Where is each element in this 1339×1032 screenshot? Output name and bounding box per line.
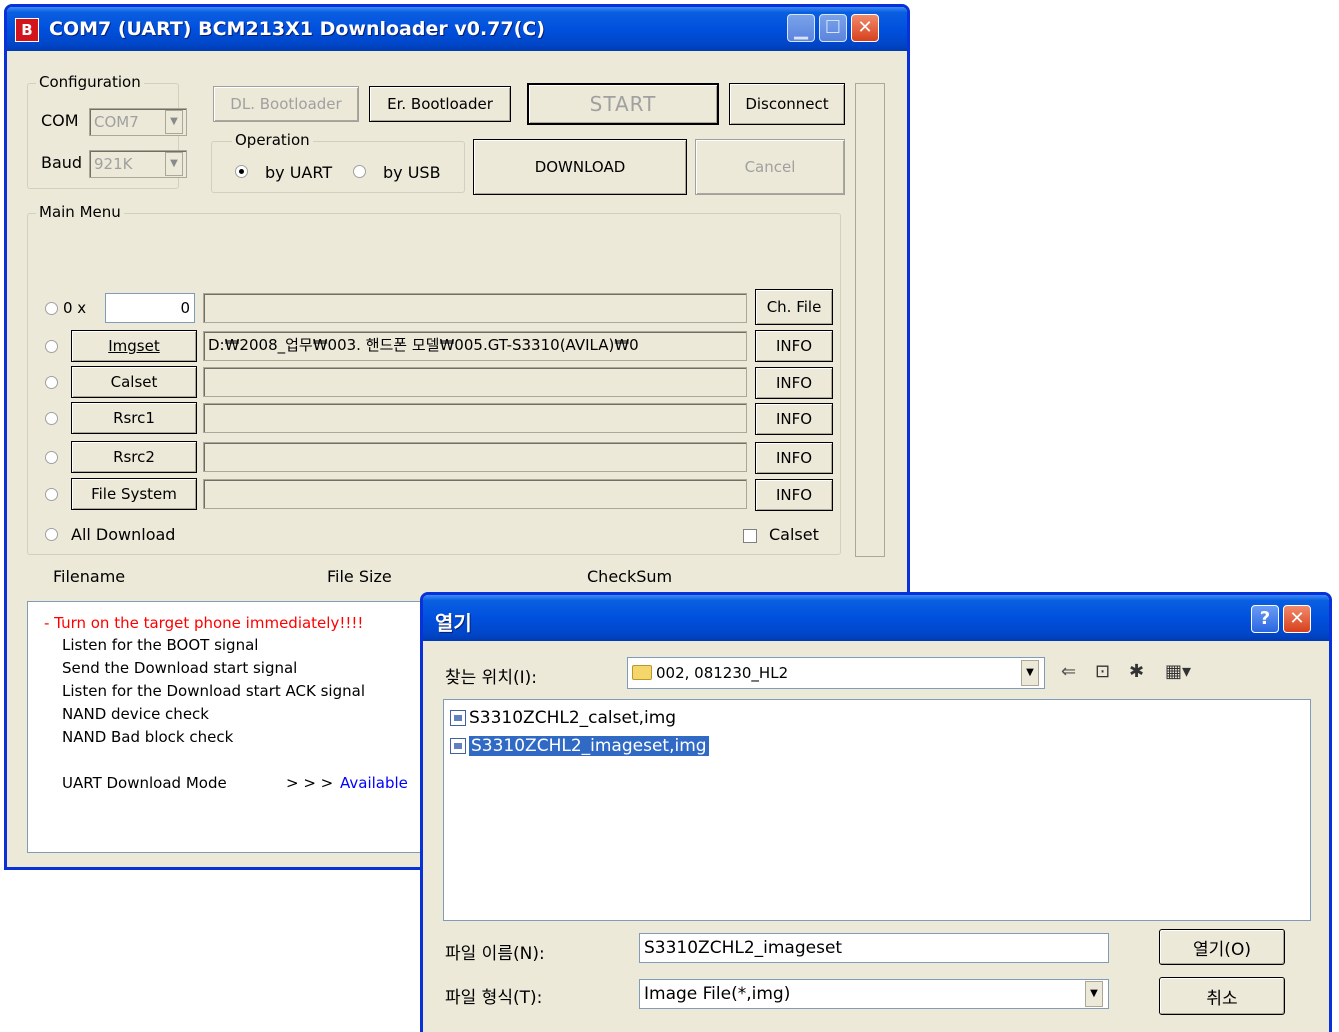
file-size-column-header: File Size [327, 567, 392, 586]
lookin-dropdown-icon[interactable]: ▼ [1021, 660, 1039, 686]
close-button[interactable]: ✕ [851, 14, 879, 42]
close-icon: ✕ [1289, 608, 1305, 629]
log-line: Listen for the Download start ACK signal [62, 682, 365, 700]
dl-bootloader-button[interactable]: DL. Bootloader [213, 86, 359, 122]
imgset-info-button[interactable]: INFO [755, 330, 833, 362]
downloader-titlebar[interactable]: B COM7 (UART) BCM213X1 Downloader v0.77(… [7, 7, 907, 51]
calset-info-button[interactable]: INFO [755, 367, 833, 399]
by-usb-label[interactable]: by USB [383, 163, 441, 182]
log-mode-arrows: > > > [286, 774, 334, 792]
er-bootloader-button[interactable]: Er. Bootloader [369, 86, 511, 122]
main-menu-legend: Main Menu [36, 203, 124, 221]
calset-button[interactable]: Calset [71, 366, 197, 398]
ch-file-button[interactable]: Ch. File [755, 289, 833, 325]
filetype-dropdown-icon[interactable]: ▼ [1085, 981, 1103, 1007]
address-radio[interactable] [45, 302, 58, 315]
log-line: NAND device check [62, 705, 209, 723]
dialog-close-button[interactable]: ✕ [1283, 605, 1311, 633]
open-dialog-title: 열기 [435, 611, 472, 635]
file-system-radio[interactable] [45, 488, 58, 501]
all-download-radio[interactable] [45, 528, 58, 541]
window-title: COM7 (UART) BCM213X1 Downloader v0.77(C) [49, 18, 545, 40]
calset-radio[interactable] [45, 376, 58, 389]
rsrc1-info-button[interactable]: INFO [755, 403, 833, 435]
back-arrow-icon[interactable]: ⇐ [1061, 661, 1076, 682]
help-icon: ? [1259, 608, 1271, 629]
lookin-value: 002, 081230_HL2 [656, 664, 789, 682]
rsrc1-radio[interactable] [45, 412, 58, 425]
log-mode-label: UART Download Mode [62, 774, 227, 792]
start-button[interactable]: START [527, 83, 719, 125]
log-line: Send the Download start signal [62, 659, 298, 677]
cancel-button[interactable]: Cancel [695, 139, 845, 195]
filename-label: 파일 이름(N): [445, 944, 545, 964]
baud-dropdown-icon[interactable]: ▼ [165, 152, 183, 176]
close-icon: ✕ [857, 17, 873, 38]
open-dialog: 열기 ? ✕ 찾는 위치(I): 002, 081230_HL2 ▼ ⇐ ⊡ ✱… [420, 592, 1332, 1032]
imgset-radio[interactable] [45, 340, 58, 353]
by-uart-label[interactable]: by UART [265, 163, 332, 182]
view-menu-icon[interactable]: ▦▾ [1165, 661, 1191, 682]
app-icon: B [15, 18, 39, 42]
calset-checkbox-label[interactable]: Calset [769, 525, 819, 544]
log-line: Listen for the BOOT signal [62, 636, 259, 654]
file-name: S3310ZCHL2_imageset,img [469, 736, 709, 756]
new-folder-icon[interactable]: ✱ [1129, 661, 1144, 682]
calset-path-field [203, 367, 747, 397]
file-list[interactable]: S3310ZCHL2_calset,img S3310ZCHL2_imagese… [443, 699, 1311, 921]
rsrc2-info-button[interactable]: INFO [755, 442, 833, 474]
configuration-legend: Configuration [36, 73, 144, 91]
log-line: NAND Bad block check [62, 728, 234, 746]
file-system-info-button[interactable]: INFO [755, 479, 833, 511]
checksum-column-header: CheckSum [587, 567, 673, 586]
image-file-icon [450, 738, 466, 754]
imgset-button[interactable]: Imgset [71, 330, 197, 362]
maximize-button[interactable]: ☐ [819, 14, 847, 42]
file-item-calset[interactable]: S3310ZCHL2_calset,img [450, 706, 676, 730]
file-system-button[interactable]: File System [71, 478, 197, 510]
com-label: COM [41, 111, 79, 130]
file-name: S3310ZCHL2_calset,img [469, 708, 677, 728]
download-button[interactable]: DOWNLOAD [473, 139, 687, 195]
imgset-path-field: D:₩2008_업무₩003. 핸드폰 모델₩005.GT-S3310(AVIL… [203, 331, 747, 361]
filetype-select[interactable]: Image File(*,img) [639, 979, 1109, 1009]
calset-checkbox[interactable] [743, 529, 757, 543]
file-system-path-field [203, 479, 747, 509]
up-folder-icon[interactable]: ⊡ [1095, 661, 1110, 682]
maximize-icon: ☐ [824, 17, 842, 38]
minimize-icon: ▁ [794, 19, 808, 40]
com-dropdown-icon[interactable]: ▼ [165, 110, 183, 134]
open-dialog-titlebar[interactable]: 열기 ? ✕ [423, 595, 1329, 641]
progress-bar [855, 83, 885, 557]
filetype-label: 파일 형식(T): [445, 988, 543, 1008]
address-input[interactable]: 0 [105, 293, 195, 323]
minimize-button[interactable]: ▁ [787, 14, 815, 42]
by-usb-radio[interactable] [353, 165, 366, 178]
lookin-combo[interactable]: 002, 081230_HL2 [627, 657, 1045, 689]
log-mode-status: Available [340, 774, 408, 792]
help-button[interactable]: ? [1251, 605, 1279, 633]
all-download-label[interactable]: All Download [71, 525, 175, 544]
dialog-cancel-button[interactable]: 취소 [1159, 977, 1285, 1015]
folder-icon [632, 665, 652, 680]
rsrc1-path-field [203, 403, 747, 433]
address-prefix: 0 x [63, 299, 87, 317]
filename-input[interactable]: S3310ZCHL2_imageset [639, 933, 1109, 963]
by-uart-radio[interactable] [235, 165, 248, 178]
log-warning-line: - Turn on the target phone immediately!!… [44, 614, 364, 632]
image-file-icon [450, 710, 466, 726]
rsrc2-button[interactable]: Rsrc2 [71, 441, 197, 473]
operation-legend: Operation [232, 131, 313, 149]
disconnect-button[interactable]: Disconnect [729, 83, 845, 125]
open-button[interactable]: 열기(O) [1159, 929, 1285, 965]
filename-column-header: Filename [53, 567, 126, 586]
file-item-imageset[interactable]: S3310ZCHL2_imageset,img [450, 734, 709, 758]
baud-label: Baud [41, 153, 83, 172]
address-path-field [203, 293, 747, 323]
rsrc2-path-field [203, 442, 747, 472]
rsrc2-radio[interactable] [45, 451, 58, 464]
rsrc1-button[interactable]: Rsrc1 [71, 402, 197, 434]
lookin-label: 찾는 위치(I): [445, 668, 537, 688]
